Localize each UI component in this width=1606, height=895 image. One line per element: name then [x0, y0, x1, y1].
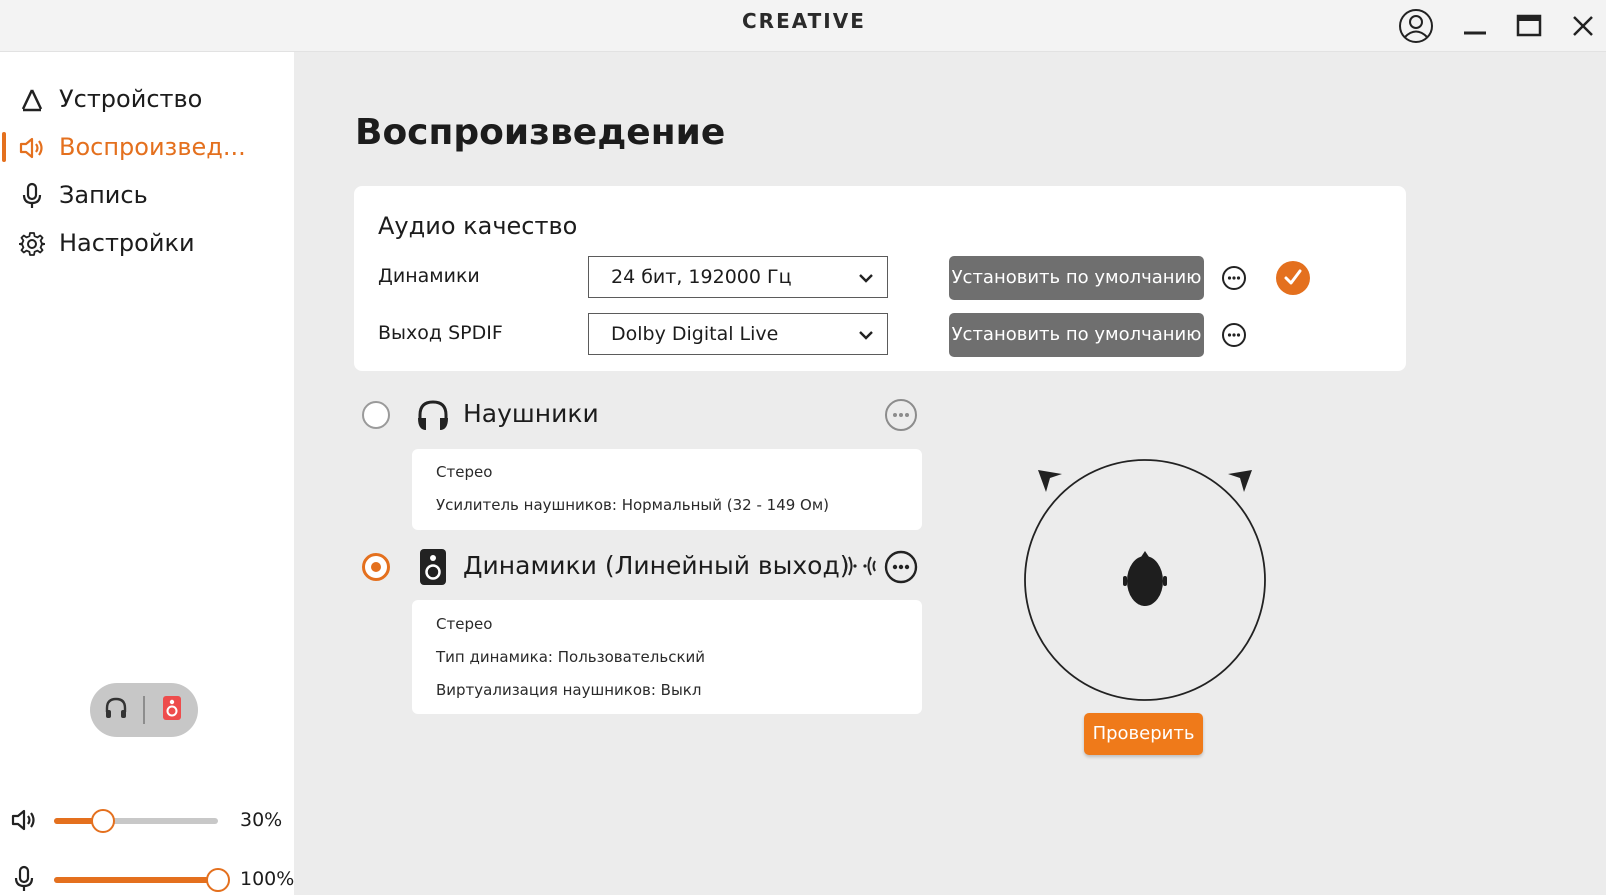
mic-slider[interactable]: [54, 868, 230, 892]
more-options-icon[interactable]: [1220, 264, 1250, 294]
audio-quality-card: Аудио качество Динамики 24 бит, 192000 Г…: [354, 186, 1406, 371]
speaker-icon: [18, 134, 46, 162]
page-title: Воспроизведение: [355, 112, 726, 153]
speakers-info: Стерео Тип динамика: Пользовательский Ви…: [412, 600, 922, 714]
close-icon[interactable]: [1563, 6, 1603, 46]
sidebar-item-label: Запись: [59, 181, 148, 209]
headphones-icon: [103, 695, 129, 725]
speaker-layout-diagram: [1020, 450, 1270, 710]
headphones-name: Наушники: [463, 399, 599, 428]
more-options-icon[interactable]: [1220, 321, 1250, 351]
sidebar: Устройство Воспроизвед... Запись Настрой…: [0, 52, 294, 895]
volume-slider-knob[interactable]: [91, 809, 115, 833]
more-options-icon[interactable]: [884, 550, 918, 584]
spdif-label: Выход SPDIF: [378, 322, 503, 344]
maximize-icon[interactable]: [1509, 6, 1549, 46]
sidebar-item-recording[interactable]: Запись: [0, 172, 294, 216]
info-line: Стерео: [436, 463, 493, 481]
headphones-toggle[interactable]: [99, 693, 133, 727]
speakers-quality-label: Динамики: [378, 265, 480, 287]
headphones-icon: [414, 396, 452, 434]
output-toggle: [90, 683, 198, 737]
volume-percent: 30%: [240, 809, 283, 831]
gear-icon: [18, 230, 46, 258]
sidebar-item-label: Устройство: [59, 85, 203, 113]
toggle-divider: [143, 696, 145, 724]
title-bar: CREATIVE: [0, 0, 1606, 52]
speakers-radio[interactable]: [362, 553, 390, 581]
set-default-speakers-button[interactable]: Установить по умолчанию: [949, 256, 1204, 300]
info-line: Тип динамика: Пользовательский: [436, 648, 706, 666]
minimize-icon[interactable]: [1455, 6, 1495, 46]
speaker-box-icon: [161, 695, 183, 725]
speakers-name: Динамики (Линейный выход): [463, 551, 850, 580]
account-icon[interactable]: [1396, 6, 1436, 46]
audio-quality-title: Аудио качество: [378, 212, 578, 240]
info-line: Стерео: [436, 615, 493, 633]
select-value: 24 бит, 192000 Гц: [611, 266, 792, 288]
device-icon: [18, 86, 46, 114]
mic-slider-knob[interactable]: [206, 868, 230, 892]
headphones-info: Стерео Усилитель наушников: Нормальный (…: [412, 449, 922, 530]
info-line: Виртуализация наушников: Выкл: [436, 681, 702, 699]
spdif-select[interactable]: Dolby Digital Live: [588, 313, 888, 355]
sidebar-item-label: Настройки: [59, 229, 195, 257]
active-indicator: [2, 132, 6, 162]
test-button[interactable]: Проверить: [1084, 713, 1203, 755]
info-line: Усилитель наушников: Нормальный (32 - 14…: [436, 496, 830, 514]
volume-slider[interactable]: [54, 809, 218, 833]
mic-slider-fill: [54, 877, 218, 883]
listener-head-icon: [1123, 551, 1167, 606]
left-speaker-icon: [1038, 470, 1062, 492]
surround-waves-icon: [842, 553, 878, 579]
select-value: Dolby Digital Live: [611, 323, 779, 345]
sidebar-item-settings[interactable]: Настройки: [0, 220, 294, 264]
right-speaker-icon: [1228, 470, 1252, 492]
volume-slider-row: 30%: [0, 801, 294, 841]
sidebar-item-device[interactable]: Устройство: [0, 76, 294, 120]
microphone-icon: [18, 182, 46, 210]
headphones-radio[interactable]: [362, 401, 390, 429]
microphone-icon: [10, 864, 40, 894]
sidebar-item-label: Воспроизвед...: [59, 133, 246, 161]
chevron-down-icon: [857, 326, 875, 344]
sidebar-item-playback[interactable]: Воспроизвед...: [0, 124, 294, 168]
more-options-icon[interactable]: [884, 398, 918, 432]
mic-slider-row: 100%: [0, 860, 294, 895]
chevron-down-icon: [857, 269, 875, 287]
speakers-quality-select[interactable]: 24 бит, 192000 Гц: [588, 256, 888, 298]
brand-logo: CREATIVE: [742, 9, 866, 33]
set-default-spdif-button[interactable]: Установить по умолчанию: [949, 313, 1204, 357]
checkmark-icon: [1276, 261, 1310, 295]
mic-percent: 100%: [240, 868, 295, 890]
speaker-icon: [10, 805, 40, 835]
speaker-box-icon: [414, 548, 452, 586]
speaker-toggle[interactable]: [155, 693, 189, 727]
